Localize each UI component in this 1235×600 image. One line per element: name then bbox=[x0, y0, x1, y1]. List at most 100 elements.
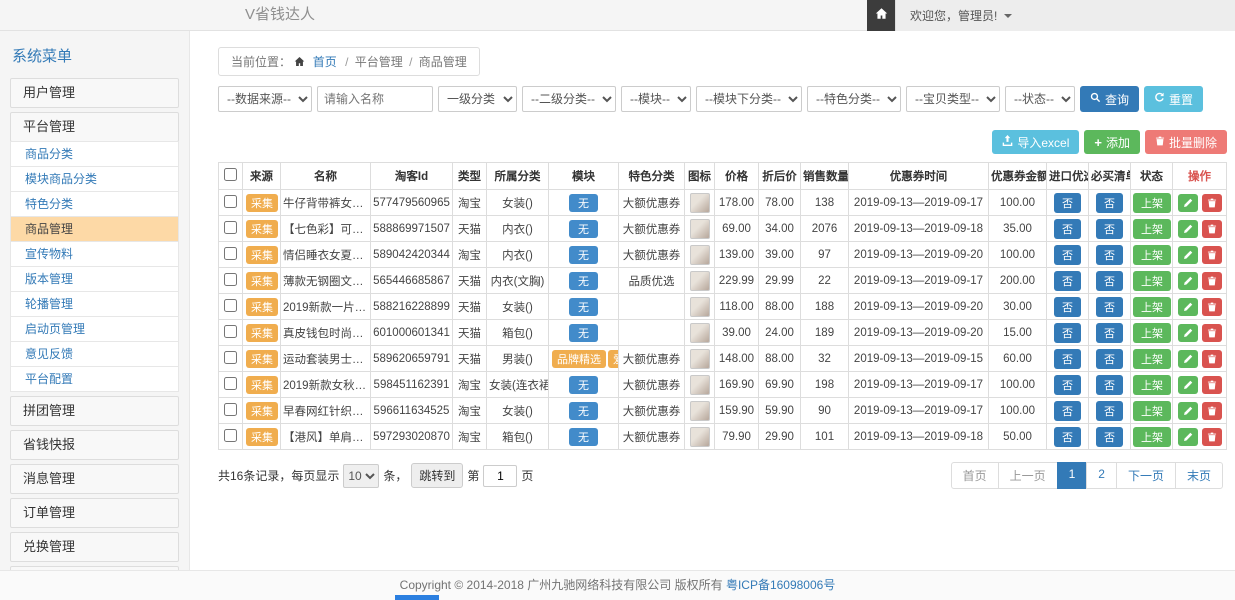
reset-button[interactable]: 重置 bbox=[1144, 86, 1203, 112]
delete-button[interactable] bbox=[1202, 272, 1222, 290]
sidebar-item[interactable]: 用户管理 bbox=[10, 78, 179, 108]
must-buy-toggle[interactable]: 否 bbox=[1096, 375, 1123, 395]
import-select-toggle[interactable]: 否 bbox=[1054, 193, 1081, 213]
row-checkbox[interactable] bbox=[224, 377, 237, 390]
name-search-input[interactable] bbox=[317, 86, 433, 112]
import-excel-button[interactable]: 导入excel bbox=[992, 130, 1079, 154]
jump-page-input[interactable] bbox=[483, 465, 517, 487]
filter-select[interactable]: --模块-- bbox=[621, 86, 691, 112]
must-buy-toggle[interactable]: 否 bbox=[1096, 401, 1123, 421]
status-button[interactable]: 上架 bbox=[1133, 427, 1171, 447]
sidebar-item[interactable]: 商品分类 bbox=[10, 141, 179, 167]
filter-select[interactable]: --状态-- bbox=[1005, 86, 1075, 112]
user-menu[interactable]: 欢迎您，管理员! bbox=[895, 0, 1235, 31]
must-buy-toggle[interactable]: 否 bbox=[1096, 245, 1123, 265]
row-checkbox[interactable] bbox=[224, 273, 237, 286]
page-button[interactable]: 首页 bbox=[951, 462, 999, 489]
sidebar-item[interactable]: 消息管理 bbox=[10, 464, 179, 494]
batch-delete-button[interactable]: 批量删除 bbox=[1145, 130, 1227, 154]
edit-button[interactable] bbox=[1178, 324, 1198, 342]
sidebar-item[interactable]: 版本管理 bbox=[10, 266, 179, 292]
sidebar-item[interactable]: 订单管理 bbox=[10, 498, 179, 528]
home-button[interactable] bbox=[867, 0, 895, 31]
edit-button[interactable] bbox=[1178, 246, 1198, 264]
edit-button[interactable] bbox=[1178, 402, 1198, 420]
page-button[interactable]: 2 bbox=[1086, 462, 1117, 489]
jump-button[interactable]: 跳转到 bbox=[411, 463, 463, 488]
import-select-toggle[interactable]: 否 bbox=[1054, 297, 1081, 317]
import-select-toggle[interactable]: 否 bbox=[1054, 349, 1081, 369]
must-buy-toggle[interactable]: 否 bbox=[1096, 427, 1123, 447]
delete-button[interactable] bbox=[1202, 376, 1222, 394]
status-button[interactable]: 上架 bbox=[1133, 271, 1171, 291]
row-checkbox[interactable] bbox=[224, 351, 237, 364]
sidebar-item[interactable]: 轮播管理 bbox=[10, 291, 179, 317]
status-button[interactable]: 上架 bbox=[1133, 323, 1171, 343]
import-select-toggle[interactable]: 否 bbox=[1054, 375, 1081, 395]
sidebar-item[interactable]: 平台配置 bbox=[10, 366, 179, 392]
import-select-toggle[interactable]: 否 bbox=[1054, 323, 1081, 343]
sidebar-item[interactable]: 省钱快报 bbox=[10, 430, 179, 460]
filter-select[interactable]: --特色分类-- bbox=[807, 86, 901, 112]
row-checkbox[interactable] bbox=[224, 247, 237, 260]
import-select-toggle[interactable]: 否 bbox=[1054, 401, 1081, 421]
edit-button[interactable] bbox=[1178, 194, 1198, 212]
page-button[interactable]: 上一页 bbox=[998, 462, 1058, 489]
select-all-checkbox[interactable] bbox=[224, 168, 237, 181]
must-buy-toggle[interactable]: 否 bbox=[1096, 323, 1123, 343]
import-select-toggle[interactable]: 否 bbox=[1054, 245, 1081, 265]
sidebar-item[interactable]: 拼团管理 bbox=[10, 396, 179, 426]
status-button[interactable]: 上架 bbox=[1133, 245, 1171, 265]
must-buy-toggle[interactable]: 否 bbox=[1096, 349, 1123, 369]
must-buy-toggle[interactable]: 否 bbox=[1096, 297, 1123, 317]
query-button[interactable]: 查询 bbox=[1080, 86, 1139, 112]
delete-button[interactable] bbox=[1202, 402, 1222, 420]
status-button[interactable]: 上架 bbox=[1133, 401, 1171, 421]
edit-button[interactable] bbox=[1178, 220, 1198, 238]
row-checkbox[interactable] bbox=[224, 195, 237, 208]
must-buy-toggle[interactable]: 否 bbox=[1096, 271, 1123, 291]
row-checkbox[interactable] bbox=[224, 325, 237, 338]
row-checkbox[interactable] bbox=[224, 429, 237, 442]
edit-button[interactable] bbox=[1178, 350, 1198, 368]
breadcrumb-home-link[interactable]: 首页 bbox=[313, 55, 337, 69]
filter-select[interactable]: --宝贝类型-- bbox=[906, 86, 1000, 112]
status-button[interactable]: 上架 bbox=[1133, 297, 1171, 317]
delete-button[interactable] bbox=[1202, 350, 1222, 368]
sidebar-item[interactable]: 特色分类 bbox=[10, 191, 179, 217]
sidebar-item[interactable]: 兑换管理 bbox=[10, 532, 179, 562]
add-button[interactable]: + 添加 bbox=[1084, 130, 1140, 154]
filter-select[interactable]: --二级分类-- bbox=[522, 86, 616, 112]
import-select-toggle[interactable]: 否 bbox=[1054, 219, 1081, 239]
status-button[interactable]: 上架 bbox=[1133, 349, 1171, 369]
import-select-toggle[interactable]: 否 bbox=[1054, 427, 1081, 447]
status-button[interactable]: 上架 bbox=[1133, 375, 1171, 395]
edit-button[interactable] bbox=[1178, 298, 1198, 316]
delete-button[interactable] bbox=[1202, 246, 1222, 264]
row-checkbox[interactable] bbox=[224, 403, 237, 416]
page-button[interactable]: 1 bbox=[1057, 462, 1088, 489]
delete-button[interactable] bbox=[1202, 324, 1222, 342]
filter-select[interactable]: --数据来源-- bbox=[218, 86, 312, 112]
import-select-toggle[interactable]: 否 bbox=[1054, 271, 1081, 291]
sidebar-item[interactable]: 模块商品分类 bbox=[10, 166, 179, 192]
must-buy-toggle[interactable]: 否 bbox=[1096, 219, 1123, 239]
sidebar-item[interactable]: 宣传物料 bbox=[10, 241, 179, 267]
delete-button[interactable] bbox=[1202, 194, 1222, 212]
edit-button[interactable] bbox=[1178, 376, 1198, 394]
sidebar-item[interactable]: 平台管理 bbox=[10, 112, 179, 142]
status-button[interactable]: 上架 bbox=[1133, 193, 1171, 213]
edit-button[interactable] bbox=[1178, 428, 1198, 446]
sidebar-item[interactable]: 意见反馈 bbox=[10, 341, 179, 367]
filter-select[interactable]: --模块下分类-- bbox=[696, 86, 802, 112]
delete-button[interactable] bbox=[1202, 428, 1222, 446]
row-checkbox[interactable] bbox=[224, 221, 237, 234]
sidebar-item[interactable]: 启动页管理 bbox=[10, 316, 179, 342]
delete-button[interactable] bbox=[1202, 220, 1222, 238]
filter-select[interactable]: 一级分类 bbox=[438, 86, 517, 112]
row-checkbox[interactable] bbox=[224, 299, 237, 312]
page-button[interactable]: 下一页 bbox=[1116, 462, 1176, 489]
page-button[interactable]: 末页 bbox=[1175, 462, 1223, 489]
delete-button[interactable] bbox=[1202, 298, 1222, 316]
per-page-select[interactable]: 10 bbox=[343, 464, 379, 488]
